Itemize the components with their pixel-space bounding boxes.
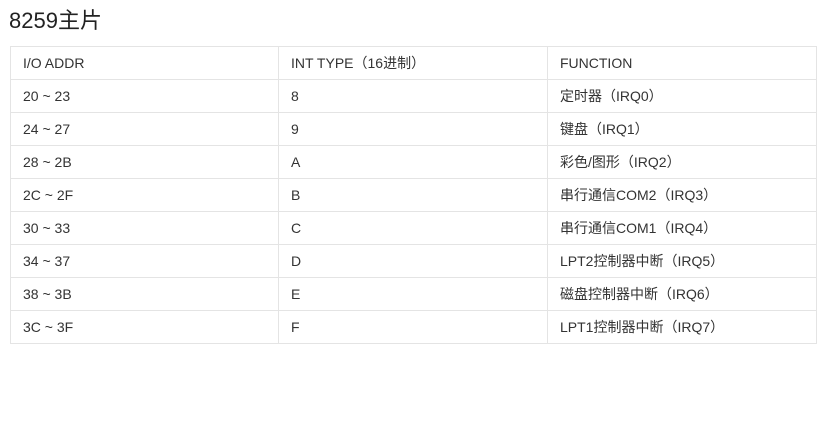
table-row: 34 ~ 37 D LPT2控制器中断（IRQ5） <box>10 244 817 278</box>
cell-io-addr: 20 ~ 23 <box>10 79 279 113</box>
page-title: 8259主片 <box>9 8 102 33</box>
table-row: 20 ~ 23 8 定时器（IRQ0） <box>10 79 817 113</box>
cell-io-addr: 3C ~ 3F <box>10 310 279 344</box>
table-row: 3C ~ 3F F LPT1控制器中断（IRQ7） <box>10 310 817 344</box>
table-row: 2C ~ 2F B 串行通信COM2（IRQ3） <box>10 178 817 212</box>
cell-function: LPT2控制器中断（IRQ5） <box>547 244 817 278</box>
cell-int-type: E <box>278 277 548 311</box>
header-io-addr: I/O ADDR <box>10 46 279 80</box>
cell-io-addr: 2C ~ 2F <box>10 178 279 212</box>
interrupt-table: I/O ADDR INT TYPE（16进制） FUNCTION 20 ~ 23… <box>10 46 817 344</box>
cell-int-type: B <box>278 178 548 212</box>
cell-int-type: 8 <box>278 79 548 113</box>
cell-function: 串行通信COM2（IRQ3） <box>547 178 817 212</box>
cell-function: 彩色/图形（IRQ2） <box>547 145 817 179</box>
cell-io-addr: 28 ~ 2B <box>10 145 279 179</box>
cell-io-addr: 24 ~ 27 <box>10 112 279 146</box>
header-function: FUNCTION <box>547 46 817 80</box>
cell-function: 串行通信COM1（IRQ4） <box>547 211 817 245</box>
cell-function: LPT1控制器中断（IRQ7） <box>547 310 817 344</box>
cell-int-type: 9 <box>278 112 548 146</box>
cell-io-addr: 34 ~ 37 <box>10 244 279 278</box>
cell-io-addr: 38 ~ 3B <box>10 277 279 311</box>
cell-int-type: C <box>278 211 548 245</box>
cell-int-type: D <box>278 244 548 278</box>
cell-int-type: F <box>278 310 548 344</box>
cell-function: 磁盘控制器中断（IRQ6） <box>547 277 817 311</box>
table-header-row: I/O ADDR INT TYPE（16进制） FUNCTION <box>10 46 817 80</box>
table-row: 24 ~ 27 9 键盘（IRQ1） <box>10 112 817 146</box>
header-int-type: INT TYPE（16进制） <box>278 46 548 80</box>
cell-function: 键盘（IRQ1） <box>547 112 817 146</box>
table-row: 38 ~ 3B E 磁盘控制器中断（IRQ6） <box>10 277 817 311</box>
table-row: 30 ~ 33 C 串行通信COM1（IRQ4） <box>10 211 817 245</box>
cell-function: 定时器（IRQ0） <box>547 79 817 113</box>
cell-int-type: A <box>278 145 548 179</box>
table-row: 28 ~ 2B A 彩色/图形（IRQ2） <box>10 145 817 179</box>
cell-io-addr: 30 ~ 33 <box>10 211 279 245</box>
